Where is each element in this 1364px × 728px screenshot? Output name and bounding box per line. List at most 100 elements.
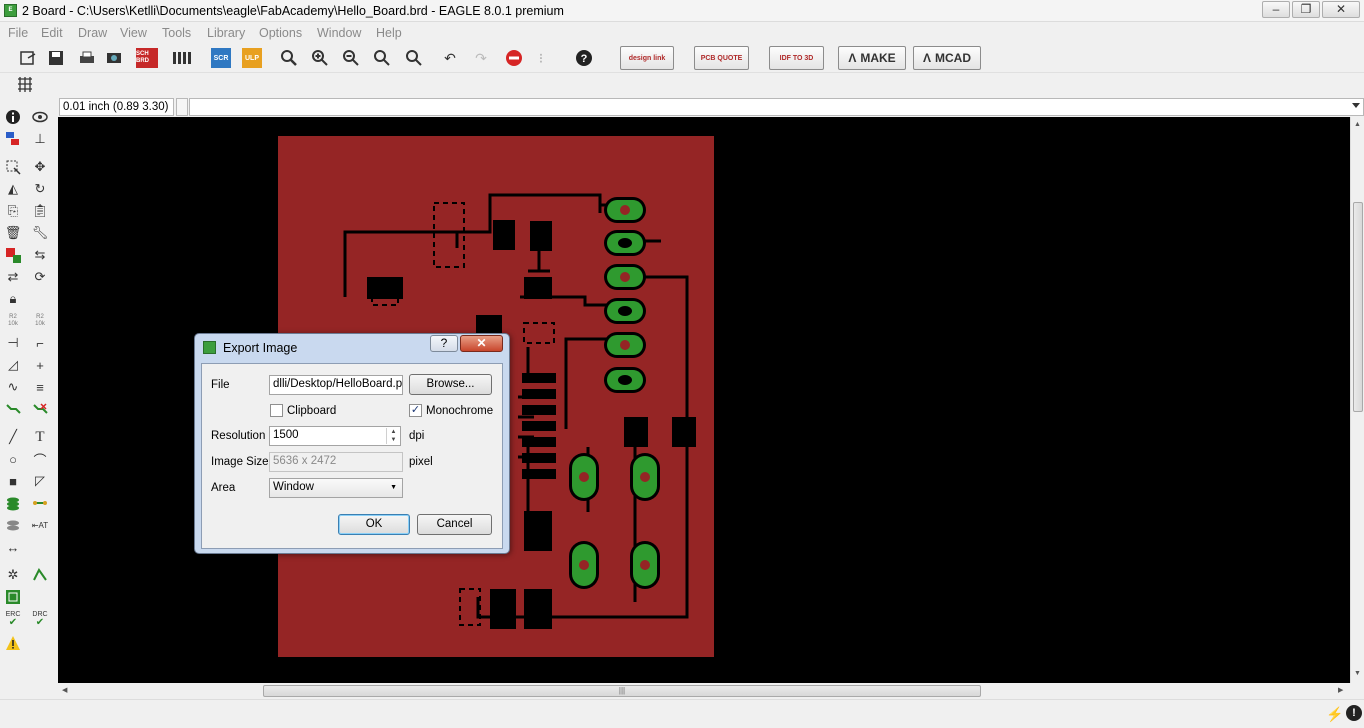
signal-icon[interactable]	[30, 493, 50, 513]
circle-icon[interactable]: ○	[3, 449, 23, 469]
move-icon[interactable]: ✥	[30, 157, 50, 177]
dialog-help-button[interactable]: ?	[430, 335, 458, 352]
print-icon[interactable]	[77, 48, 97, 68]
ulp-icon[interactable]: ULP	[242, 48, 262, 68]
miter-icon[interactable]: ⌐	[30, 333, 50, 353]
rect-icon[interactable]: ■	[3, 471, 23, 491]
grid-icon[interactable]	[16, 75, 36, 95]
command-history-dropdown-icon[interactable]	[1352, 103, 1360, 108]
close-button[interactable]: ✕	[1322, 1, 1360, 18]
open-icon[interactable]	[18, 48, 38, 68]
via-icon[interactable]	[3, 493, 23, 513]
rotate-icon[interactable]: ↻	[30, 179, 50, 199]
replace-icon[interactable]: ⇆	[30, 245, 50, 265]
ok-button[interactable]: OK	[338, 514, 410, 535]
arc-icon[interactable]: ⌒	[30, 449, 50, 469]
zoom-redraw-icon[interactable]	[372, 48, 392, 68]
smash-icon[interactable]: ⊣	[3, 333, 23, 353]
show-icon[interactable]	[30, 107, 50, 127]
spin-down-icon[interactable]: ▼	[387, 436, 400, 444]
menu-view[interactable]: View	[120, 26, 147, 40]
vertical-scrollbar[interactable]: ▲ ▼	[1350, 117, 1364, 683]
display-layers-icon[interactable]	[3, 129, 23, 149]
menu-edit[interactable]: Edit	[41, 26, 63, 40]
attribute-icon[interactable]: ⇤AT	[30, 515, 50, 535]
dialog-close-button[interactable]: ✕	[460, 335, 503, 352]
errors-warning-icon[interactable]	[3, 633, 23, 653]
meander-icon[interactable]: ∿	[3, 377, 23, 397]
maximize-button[interactable]: ❐	[1292, 1, 1320, 18]
go-icon[interactable]: ⁝	[531, 48, 551, 68]
menu-window[interactable]: Window	[317, 26, 361, 40]
info-icon[interactable]	[3, 107, 23, 127]
browse-button[interactable]: Browse...	[409, 374, 492, 395]
area-select[interactable]: Window ▼	[269, 478, 403, 498]
scroll-right-icon[interactable]: ▶	[1338, 686, 1343, 694]
horizontal-scrollbar[interactable]: ◀ ||| ▶	[58, 684, 1350, 698]
menu-file[interactable]: File	[8, 26, 28, 40]
mark-icon[interactable]: ⊥	[30, 129, 50, 149]
help-icon[interactable]: ?	[574, 48, 594, 68]
pcb-quote-button[interactable]: PCB QUOTE	[694, 46, 749, 70]
resolution-input[interactable]: 1500	[269, 426, 401, 446]
menu-library[interactable]: Library	[207, 26, 245, 40]
scroll-left-icon[interactable]: ◀	[62, 686, 67, 694]
mirror-icon[interactable]: ◭	[3, 179, 23, 199]
select-group-icon[interactable]	[3, 157, 23, 177]
zoom-in-icon[interactable]	[310, 48, 330, 68]
scroll-down-icon[interactable]: ▼	[1354, 670, 1361, 677]
add-part-icon[interactable]	[3, 245, 23, 265]
board-outline-icon[interactable]	[3, 587, 23, 607]
script-icon[interactable]: SCR	[211, 48, 231, 68]
text-icon[interactable]: T	[30, 427, 50, 447]
optimize-icon[interactable]: +	[30, 355, 50, 375]
status-warning-icon[interactable]: !	[1346, 705, 1362, 721]
copy-icon[interactable]: ⎘	[3, 201, 23, 221]
scroll-up-icon[interactable]: ▲	[1354, 121, 1361, 128]
undo-icon[interactable]: ↶	[440, 48, 460, 68]
dimension-icon[interactable]: ↔	[3, 537, 23, 557]
layers-icon[interactable]	[172, 48, 192, 68]
value-icon[interactable]: R2 10k	[30, 311, 50, 331]
stop-icon[interactable]	[504, 48, 524, 68]
zoom-fit-icon[interactable]	[279, 48, 299, 68]
hole-icon[interactable]	[3, 515, 23, 535]
resolution-spinner[interactable]: ▲ ▼	[386, 428, 400, 444]
delete-icon[interactable]: 🗑︎	[3, 223, 23, 243]
spin-up-icon[interactable]: ▲	[387, 428, 400, 436]
menu-tools[interactable]: Tools	[162, 26, 191, 40]
name-icon[interactable]: R2 10k	[3, 311, 23, 331]
ratsnest-icon[interactable]: ✲	[3, 565, 23, 585]
sch-brd-switch-icon[interactable]: SCH BRD	[136, 48, 158, 68]
redo-icon[interactable]: ↷	[471, 48, 491, 68]
idf-to-3d-button[interactable]: IDF TO 3D	[769, 46, 824, 70]
design-link-button[interactable]: design link	[620, 46, 674, 70]
wire-icon[interactable]: ╱	[3, 427, 23, 447]
minimize-button[interactable]: –	[1262, 1, 1290, 18]
zoom-select-icon[interactable]	[404, 48, 424, 68]
drc-icon[interactable]: DRC ✔	[30, 609, 50, 629]
clipboard-checkbox[interactable]	[270, 404, 283, 417]
cam-processor-icon[interactable]	[104, 48, 124, 68]
menu-options[interactable]: Options	[259, 26, 302, 40]
menu-help[interactable]: Help	[376, 26, 402, 40]
make-button[interactable]: Λ MAKE	[838, 46, 906, 70]
autorouter-icon[interactable]	[30, 565, 50, 585]
polygon-icon[interactable]: ◸	[30, 471, 50, 491]
lock-icon[interactable]: 🔒︎	[3, 289, 23, 309]
vertical-scroll-thumb[interactable]	[1353, 202, 1363, 412]
pinswap-icon[interactable]: ⟳	[30, 267, 50, 287]
route-diff-pair-icon[interactable]: ≡	[30, 377, 50, 397]
zoom-out-icon[interactable]	[341, 48, 361, 68]
monochrome-checkbox[interactable]: ✓	[409, 404, 422, 417]
command-line-input[interactable]	[189, 98, 1364, 116]
save-icon[interactable]	[46, 48, 66, 68]
split-icon[interactable]: ◿	[3, 355, 23, 375]
change-wrench-icon[interactable]: 🔧︎	[30, 223, 50, 243]
menu-draw[interactable]: Draw	[78, 26, 107, 40]
mcad-button[interactable]: Λ MCAD	[913, 46, 981, 70]
paste-icon[interactable]: 📋︎	[30, 201, 50, 221]
erc-icon[interactable]: ERC ✔	[3, 609, 23, 629]
ripup-icon[interactable]	[30, 399, 50, 419]
route-icon[interactable]	[3, 399, 23, 419]
